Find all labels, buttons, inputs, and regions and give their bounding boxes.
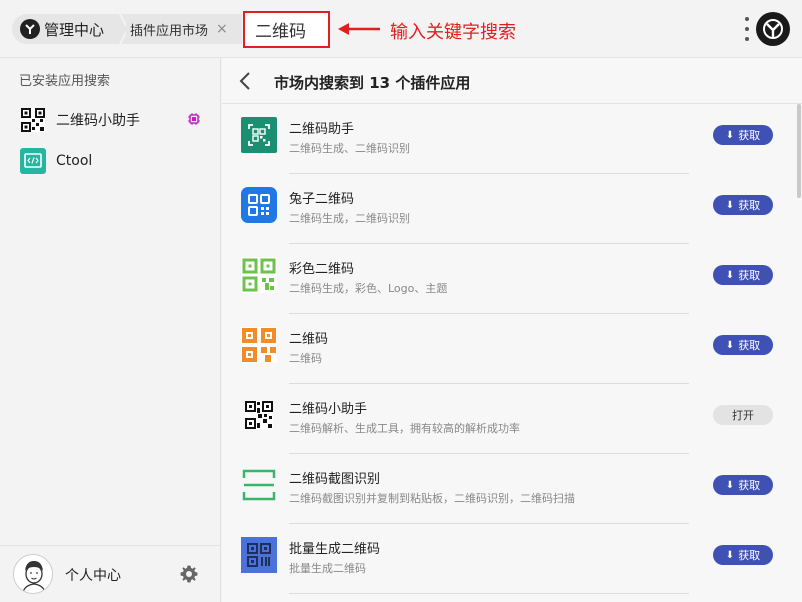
open-button[interactable]: 打开 [713, 405, 773, 425]
app-description: 二维码解析、生成工具，拥有较高的解析成功率 [289, 422, 520, 435]
get-button[interactable]: ⬇ 获取 [713, 475, 773, 495]
color-qr-icon [241, 257, 277, 293]
divider [289, 593, 689, 594]
list-item[interactable]: 兔子二维码 二维码生成，二维码识别 ⬇ 获取 [222, 174, 797, 244]
get-button[interactable]: ⬇ 获取 [713, 265, 773, 285]
list-item[interactable]: 二维码小助手 二维码解析、生成工具，拥有较高的解析成功率 打开 [222, 384, 797, 454]
get-button[interactable]: ⬇ 获取 [713, 125, 773, 145]
get-button[interactable]: ⬇ 获取 [713, 545, 773, 565]
download-icon: ⬇ [725, 269, 735, 281]
top-bar: 管理中心 插件应用市场 × 二维码 输入关键字搜索 [0, 0, 802, 58]
home-label: 管理中心 [44, 20, 105, 39]
get-button[interactable]: ⬇ 获取 [713, 335, 773, 355]
download-icon: ⬇ [725, 339, 735, 351]
get-button[interactable]: ⬇ 获取 [713, 195, 773, 215]
sidebar: 已安装应用搜索 二维码小助手 Ctool 个人中心 [0, 58, 221, 602]
ctool-icon [20, 148, 46, 174]
app-logo-icon [20, 19, 40, 39]
chip-icon [188, 113, 200, 125]
results-header: 市场内搜索到 13 个插件应用 [222, 58, 802, 104]
main-panel: 市场内搜索到 13 个插件应用 二维码助手 二维码生成、二维码识别 ⬇ 获取 兔子… [222, 58, 802, 602]
search-input[interactable]: 二维码 [243, 11, 330, 48]
breadcrumb-plugin-market[interactable]: 插件应用市场 × [126, 14, 242, 44]
user-center-label[interactable]: 个人中心 [65, 565, 121, 585]
list-item[interactable]: 二维码截图识别 二维码截图识别并复制到粘贴板，二维码识别，二维码扫描 ⬇ 获取 [222, 454, 797, 524]
app-description: 二维码 [289, 352, 322, 365]
list-item[interactable]: 二维码 二维码 ⬇ 获取 [222, 314, 797, 384]
sidebar-item-label: 二维码小助手 [56, 113, 140, 129]
brand-logo-icon[interactable] [756, 12, 790, 46]
app-description: 二维码截图识别并复制到粘贴板，二维码识别，二维码扫描 [289, 492, 575, 505]
close-icon[interactable]: × [216, 21, 228, 37]
scrollbar[interactable] [797, 104, 801, 198]
app-name: 批量生成二维码 [289, 542, 381, 557]
sidebar-item-ctool[interactable]: Ctool [20, 147, 210, 175]
app-description: 二维码生成，彩色、Logo、主题 [289, 282, 448, 295]
app-description: 批量生成二维码 [289, 562, 366, 575]
back-arrow-icon[interactable] [238, 71, 252, 91]
app-name: 彩色二维码 [289, 262, 355, 277]
gear-icon[interactable] [179, 564, 199, 584]
app-description: 二维码生成、二维码识别 [289, 142, 410, 155]
app-name: 二维码截图识别 [289, 472, 381, 487]
list-item[interactable]: 批量生成二维码 批量生成二维码 ⬇ 获取 [222, 524, 797, 594]
results-title: 市场内搜索到 13 个插件应用 [274, 74, 471, 92]
app-description: 二维码生成，二维码识别 [289, 212, 410, 225]
batch-qr-icon [241, 537, 277, 573]
download-icon: ⬇ [725, 549, 735, 561]
search-value: 二维码 [255, 22, 306, 42]
download-icon: ⬇ [725, 129, 735, 141]
breadcrumb-home[interactable]: 管理中心 [12, 14, 122, 44]
plugin-market-label: 插件应用市场 [130, 23, 209, 39]
qr-helper-icon [21, 108, 45, 132]
qr-assistant-icon [241, 117, 277, 153]
user-footer: 个人中心 [0, 545, 221, 602]
rabbit-qr-icon [241, 187, 277, 223]
app-name: 二维码 [289, 332, 329, 347]
list-item[interactable]: 二维码助手 二维码生成、二维码识别 ⬇ 获取 [222, 104, 797, 174]
app-name: 兔子二维码 [289, 192, 355, 207]
annotation-text: 输入关键字搜索 [390, 22, 516, 43]
qr-helper-icon [245, 401, 273, 429]
app-name: 二维码助手 [289, 122, 355, 137]
list-item[interactable]: 彩色二维码 二维码生成，彩色、Logo、主题 ⬇ 获取 [222, 244, 797, 314]
avatar[interactable] [13, 554, 53, 594]
orange-qr-icon [241, 327, 277, 363]
annotation-arrow-icon [338, 23, 380, 35]
sidebar-title: 已安装应用搜索 [19, 74, 111, 89]
qr-scan-icon [242, 469, 276, 501]
download-icon: ⬇ [725, 479, 735, 491]
app-name: 二维码小助手 [289, 402, 368, 417]
more-options-icon[interactable] [742, 17, 752, 41]
sidebar-item-qr-helper[interactable]: 二维码小助手 [20, 106, 210, 134]
sidebar-item-label: Ctool [56, 153, 93, 169]
download-icon: ⬇ [725, 199, 735, 211]
